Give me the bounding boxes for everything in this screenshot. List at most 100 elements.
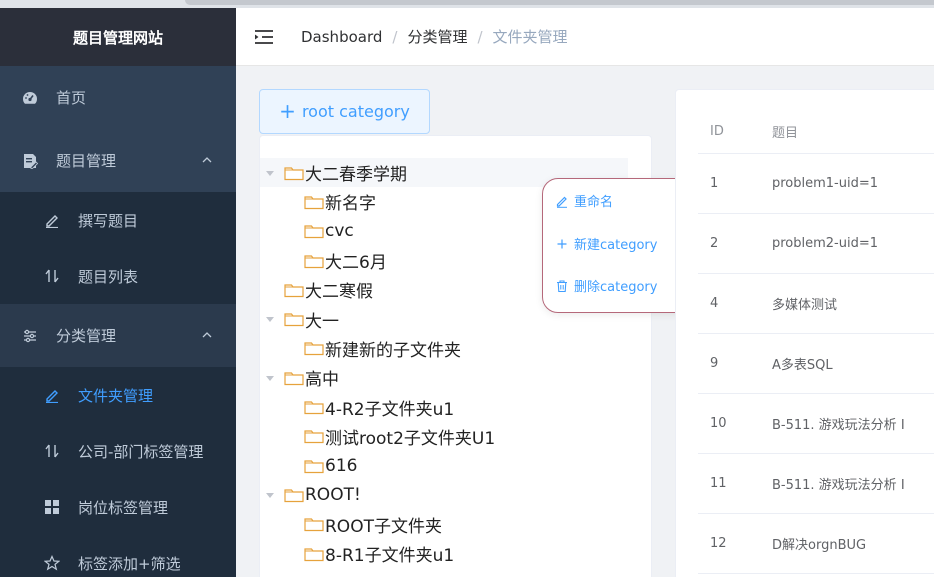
edit-icon bbox=[556, 196, 567, 208]
sidebar: 题目管理网站 首页 题目管理 撰写题目 题目列表 分类管理 文件夹管理 公司-部… bbox=[0, 8, 236, 577]
folder-icon bbox=[304, 225, 324, 239]
column-header-title: 题目 bbox=[772, 126, 799, 141]
table-row[interactable]: 1 problem1-uid=1 bbox=[698, 154, 934, 214]
sidebar-item-label: 首页 bbox=[56, 89, 87, 107]
cell-id: 2 bbox=[710, 236, 719, 251]
plus-icon bbox=[557, 239, 567, 248]
table-row[interactable]: 4 多媒体测试 bbox=[698, 274, 934, 334]
sidebar-item-write-problem[interactable]: 撰写题目 bbox=[0, 192, 236, 248]
submenu-problem-management: 撰写题目 题目列表 bbox=[0, 192, 236, 304]
delete-category-label: 删除category bbox=[574, 280, 658, 295]
grid-icon bbox=[44, 499, 60, 515]
cell-title: A多表SQL bbox=[772, 358, 833, 373]
cell-id: 11 bbox=[710, 476, 727, 491]
cell-id: 1 bbox=[710, 176, 719, 191]
sidebar-item-company-tags[interactable]: 公司-部门标签管理 bbox=[0, 423, 236, 479]
tree-node-label: 大一 bbox=[305, 311, 339, 332]
sidebar-item-label: 岗位标签管理 bbox=[78, 498, 169, 517]
cell-title: D解决orgnBUG bbox=[772, 538, 867, 553]
delete-category-menu-item[interactable]: 删除category bbox=[555, 276, 657, 295]
cell-title: B-511. 游戏玩法分析 I bbox=[772, 418, 905, 433]
caret-down-icon[interactable] bbox=[265, 490, 275, 500]
sidebar-item-folder-management[interactable]: 文件夹管理 bbox=[0, 367, 236, 423]
rename-label: 重命名 bbox=[574, 195, 614, 210]
folder-icon bbox=[304, 518, 324, 532]
submenu-category-management: 文件夹管理 公司-部门标签管理 岗位标签管理 标签添加+筛选 bbox=[0, 367, 236, 577]
tree-node-label: 大二6月 bbox=[325, 253, 387, 274]
new-category-label: 新建category bbox=[574, 238, 658, 253]
new-category-menu-item[interactable]: 新建category bbox=[555, 234, 657, 253]
column-header-id: ID bbox=[710, 124, 724, 139]
sidebar-item-label: 题目列表 bbox=[78, 267, 139, 286]
cell-id: 10 bbox=[710, 416, 727, 431]
dashboard-icon bbox=[22, 90, 38, 106]
browser-address-edge bbox=[185, 0, 934, 5]
folder-icon bbox=[304, 547, 324, 561]
folder-icon bbox=[304, 460, 324, 473]
tree-node-label: ROOT子文件夹 bbox=[325, 516, 442, 537]
tree-node-label: 大二春季学期 bbox=[305, 165, 407, 186]
tree-node[interactable]: 616 bbox=[260, 451, 651, 480]
tree-node[interactable]: 8-R1子文件夹u1 bbox=[260, 539, 651, 568]
sort-icon bbox=[44, 268, 60, 284]
sidebar-item-label: 文件夹管理 bbox=[78, 386, 154, 405]
sidebar-item-label: 标签添加+筛选 bbox=[78, 554, 181, 573]
settings-sliders-icon bbox=[22, 328, 38, 344]
cell-id: 9 bbox=[710, 356, 719, 371]
pen-icon bbox=[44, 212, 60, 228]
tree-node[interactable]: 4-R2子文件夹u1 bbox=[260, 392, 651, 421]
tree-node-label: 新名字 bbox=[325, 194, 376, 215]
trash-icon bbox=[557, 279, 567, 292]
tree-node[interactable]: ROOT子文件夹 bbox=[260, 510, 651, 539]
sidebar-item-label: 公司-部门标签管理 bbox=[78, 442, 204, 461]
sort-icon bbox=[44, 443, 60, 459]
breadcrumb-separator: / bbox=[477, 27, 483, 46]
breadcrumb-category-management[interactable]: 分类管理 bbox=[407, 26, 467, 47]
cell-title: problem2-uid=1 bbox=[772, 236, 879, 251]
sidebar-item-label: 撰写题目 bbox=[78, 211, 139, 230]
breadcrumb-dashboard[interactable]: Dashboard bbox=[301, 28, 382, 46]
tree-node[interactable]: 测试root2子文件夹U1 bbox=[260, 422, 651, 451]
hamburger-icon[interactable] bbox=[254, 27, 274, 47]
table-row[interactable]: 2 problem2-uid=1 bbox=[698, 214, 934, 274]
add-root-category-button[interactable]: + root category bbox=[259, 89, 430, 134]
cell-title: 多媒体测试 bbox=[772, 298, 838, 313]
tree-node-label: 616 bbox=[325, 455, 358, 476]
site-title: 题目管理网站 bbox=[0, 8, 236, 66]
tree-node[interactable]: ROOT! bbox=[260, 480, 651, 509]
table-header: ID 题目 bbox=[698, 110, 934, 154]
sidebar-item-label: 题目管理 bbox=[56, 152, 117, 170]
browser-top-strip bbox=[0, 0, 934, 8]
caret-down-icon[interactable] bbox=[265, 373, 275, 383]
sidebar-item-problem-list[interactable]: 题目列表 bbox=[0, 248, 236, 304]
folder-icon bbox=[304, 401, 324, 415]
rename-menu-item[interactable]: 重命名 bbox=[555, 191, 613, 210]
edit-document-icon bbox=[22, 153, 38, 169]
tree-node-label: 测试root2子文件夹U1 bbox=[325, 428, 496, 449]
sidebar-item-home[interactable]: 首页 bbox=[0, 66, 236, 129]
tree-node-label: 8-R1子文件夹u1 bbox=[325, 546, 455, 566]
table-row[interactable]: 12 D解决orgnBUG bbox=[698, 514, 934, 574]
caret-down-icon[interactable] bbox=[265, 168, 275, 178]
caret-down-icon[interactable] bbox=[265, 314, 275, 324]
table-row[interactable]: 11 B-511. 游戏玩法分析 I bbox=[698, 454, 934, 514]
folder-icon bbox=[284, 372, 304, 385]
folder-icon bbox=[304, 254, 324, 268]
folder-icon bbox=[284, 489, 304, 503]
cell-id: 4 bbox=[710, 296, 719, 311]
table-row[interactable]: 10 B-511. 游戏玩法分析 I bbox=[698, 394, 934, 454]
folder-icon bbox=[284, 313, 304, 327]
sidebar-item-position-tags[interactable]: 岗位标签管理 bbox=[0, 479, 236, 535]
table-row[interactable]: 9 A多表SQL bbox=[698, 334, 934, 394]
breadcrumb: Dashboard / 分类管理 / 文件夹管理 bbox=[301, 26, 568, 47]
tree-node[interactable]: 新建新的子文件夹 bbox=[260, 334, 651, 363]
top-navbar: Dashboard / 分类管理 / 文件夹管理 bbox=[236, 8, 934, 66]
tree-node-label: 大二寒假 bbox=[305, 282, 373, 303]
sidebar-item-tag-add-filter[interactable]: 标签添加+筛选 bbox=[0, 535, 236, 577]
tree-node[interactable]: 高中 bbox=[260, 363, 651, 392]
tree-node-label: cvc bbox=[325, 221, 354, 242]
chevron-up-icon bbox=[202, 157, 212, 163]
sidebar-item-problem-management[interactable]: 题目管理 bbox=[0, 129, 236, 192]
sidebar-item-category-management[interactable]: 分类管理 bbox=[0, 304, 236, 367]
star-icon bbox=[44, 555, 60, 571]
